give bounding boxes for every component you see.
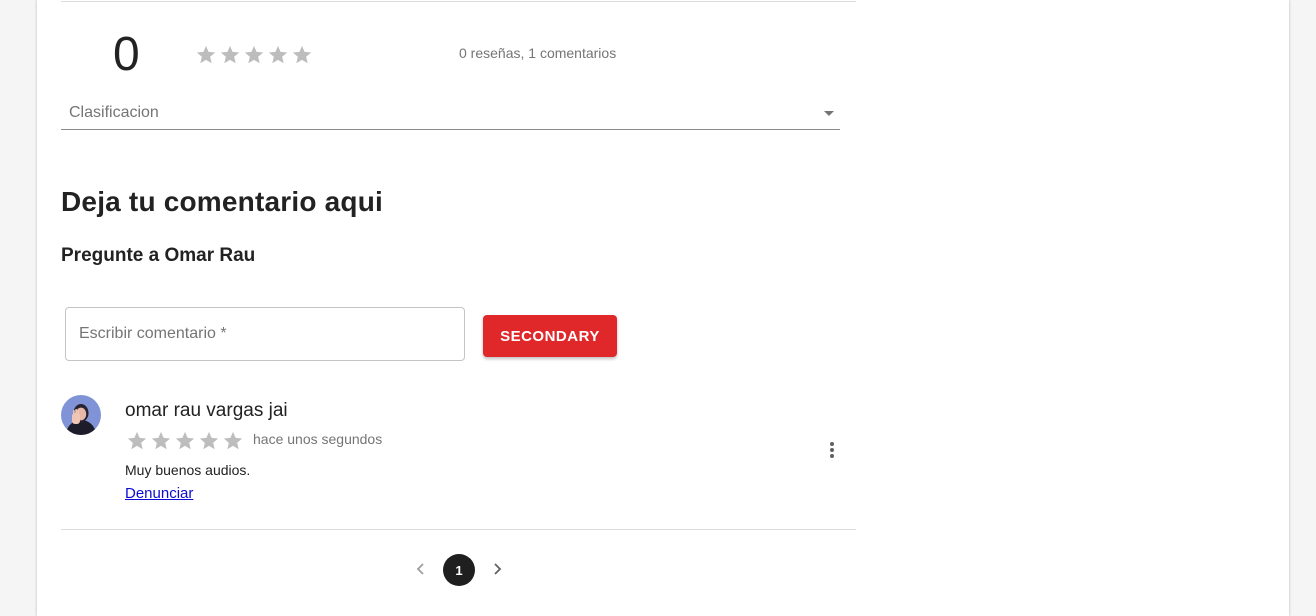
avatar <box>61 395 101 435</box>
comment-field[interactable] <box>65 307 465 361</box>
star-icon <box>196 45 216 64</box>
comment-subheading: Pregunte a Omar Rau <box>61 245 256 266</box>
bottom-divider <box>61 529 856 530</box>
chevron-right-icon[interactable] <box>487 559 507 579</box>
dropdown-arrow-icon <box>824 111 834 116</box>
star-icon <box>223 431 243 450</box>
star-icon <box>220 45 240 64</box>
sort-select[interactable]: Clasificacion <box>61 97 840 130</box>
star-icon <box>244 45 264 64</box>
star-icon <box>151 431 171 450</box>
more-vert-icon[interactable] <box>818 436 846 464</box>
average-rating: 0 <box>113 28 140 81</box>
review-counts: 0 reseñas, 1 comentarios <box>459 45 617 61</box>
top-divider <box>61 1 856 2</box>
page-button-current[interactable]: 1 <box>443 554 475 586</box>
comment-time: hace unos segundos <box>253 431 383 447</box>
comment-rating-stars <box>126 430 246 452</box>
sort-select-label: Clasificacion <box>69 104 159 121</box>
comment-input[interactable] <box>66 308 464 360</box>
report-link[interactable]: Denunciar <box>125 485 193 502</box>
star-icon <box>268 45 288 64</box>
comment-author: omar rau vargas jai <box>125 400 288 421</box>
star-icon <box>175 431 195 450</box>
comment-text: Muy buenos audios. <box>125 462 251 478</box>
star-icon <box>127 431 147 450</box>
comment-heading: Deja tu comentario aqui <box>61 186 383 217</box>
chevron-left-icon[interactable] <box>411 559 431 579</box>
submit-comment-button[interactable]: SECONDARY <box>483 315 617 357</box>
average-rating-stars <box>195 44 315 66</box>
star-icon <box>199 431 219 450</box>
star-icon <box>292 45 312 64</box>
